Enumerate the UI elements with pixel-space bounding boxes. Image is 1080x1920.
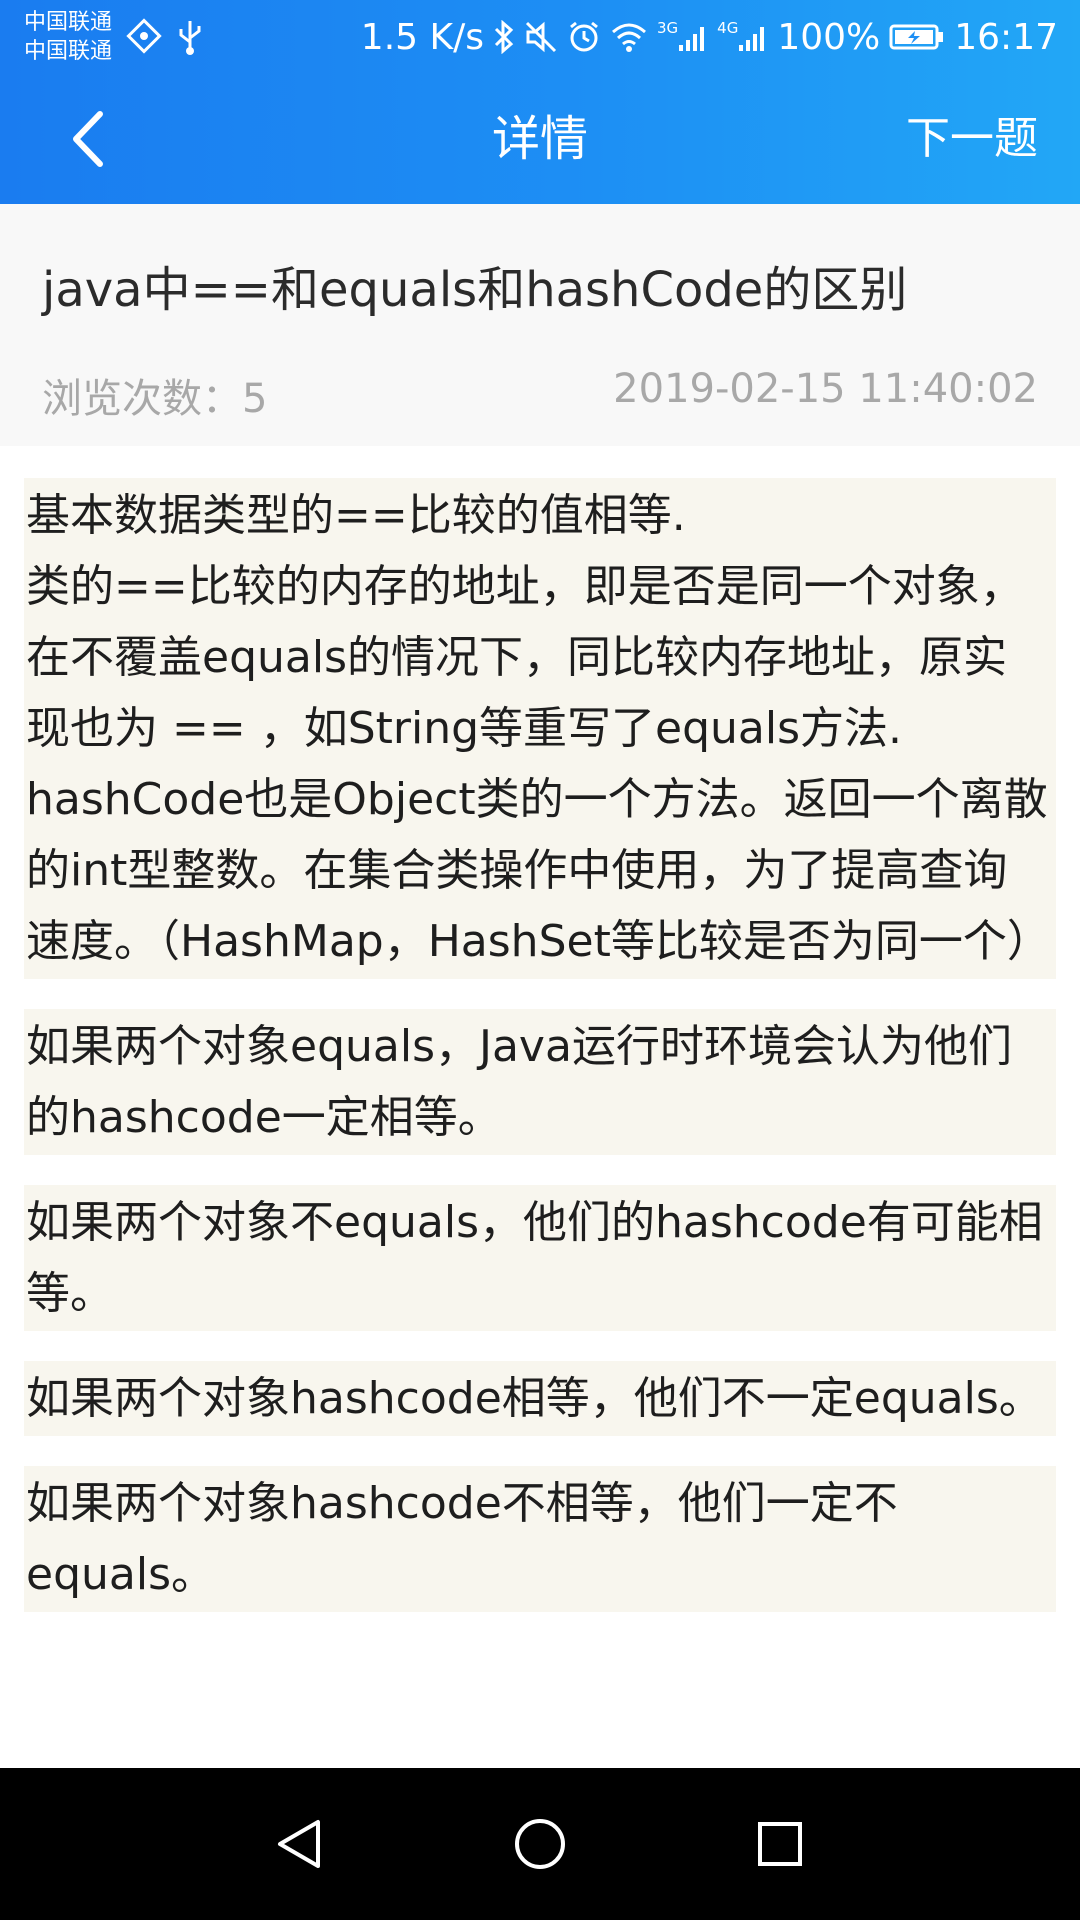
view-count: 浏览次数：5 <box>42 366 267 424</box>
answer-block: 如果两个对象equals，Java运行时环境会认为他们的hashcode一定相等… <box>24 1009 1056 1155</box>
network-speed: 1.5 K/s <box>360 16 484 58</box>
view-count-value: 5 <box>242 376 268 422</box>
bluetooth-icon <box>494 20 514 54</box>
back-triangle-icon <box>278 1820 320 1868</box>
system-recents-button[interactable] <box>740 1804 820 1884</box>
clock: 16:17 <box>954 16 1058 58</box>
system-back-button[interactable] <box>260 1804 340 1884</box>
carrier-2: 中国联通 <box>24 39 113 64</box>
view-count-label: 浏览次数： <box>42 376 242 422</box>
signal-1-label: 3G <box>656 19 679 37</box>
recents-square-icon <box>758 1822 802 1866</box>
nav-bar: 详情 下一题 <box>0 74 1080 204</box>
answer-block: 如果两个对象hashcode不相等，他们一定不equals。 <box>24 1466 1056 1612</box>
signal-1: 3G <box>657 21 708 53</box>
status-right: 1.5 K/s 3G 4G 100% 16:17 <box>361 0 1058 74</box>
signal-icon <box>739 27 765 51</box>
usb-icon <box>179 21 201 55</box>
signal-icon <box>679 27 705 51</box>
battery-percent: 100% <box>777 16 881 58</box>
answer-block: 基本数据类型的==比较的值相等. 类的==比较的内存的地址，即是否是同一个对象，… <box>24 478 1056 979</box>
system-home-button[interactable] <box>500 1804 580 1884</box>
app-header: 中国联通 中国联通 1.5 K/s 3G 4G 100% 16:17 详情 下一… <box>0 0 1080 204</box>
alarm-icon <box>570 21 598 52</box>
question-title: java中==和equals和hashCode的区别 <box>42 262 908 318</box>
wifi-icon <box>611 23 646 52</box>
next-question-button[interactable]: 下一题 <box>906 74 1038 204</box>
answer-block: 如果两个对象不equals，他们的hashcode有可能相等。 <box>24 1185 1056 1331</box>
hotspot-icon <box>126 18 162 54</box>
mute-icon <box>525 21 557 53</box>
answer-content[interactable]: 基本数据类型的==比较的值相等. 类的==比较的内存的地址，即是否是同一个对象，… <box>24 478 1056 1768</box>
carrier-1: 中国联通 <box>24 10 113 35</box>
signal-2-label: 4G <box>717 19 739 37</box>
signal-2: 4G <box>717 21 768 53</box>
question-header: java中==和equals和hashCode的区别 浏览次数：5 2019-0… <box>0 204 1080 446</box>
answer-block: 如果两个对象hashcode相等，他们不一定equals。 <box>24 1361 1056 1436</box>
status-bar: 中国联通 中国联通 1.5 K/s 3G 4G 100% 16:17 <box>0 0 1080 74</box>
chevron-left-icon <box>73 111 103 167</box>
home-circle-icon <box>515 1819 565 1869</box>
battery-icon <box>889 24 944 50</box>
system-navigation-bar <box>0 1768 1080 1920</box>
post-date: 2019-02-15 11:40:02 <box>613 366 1038 412</box>
carrier-names: 中国联通 中国联通 <box>24 8 112 66</box>
back-button[interactable] <box>48 99 128 179</box>
